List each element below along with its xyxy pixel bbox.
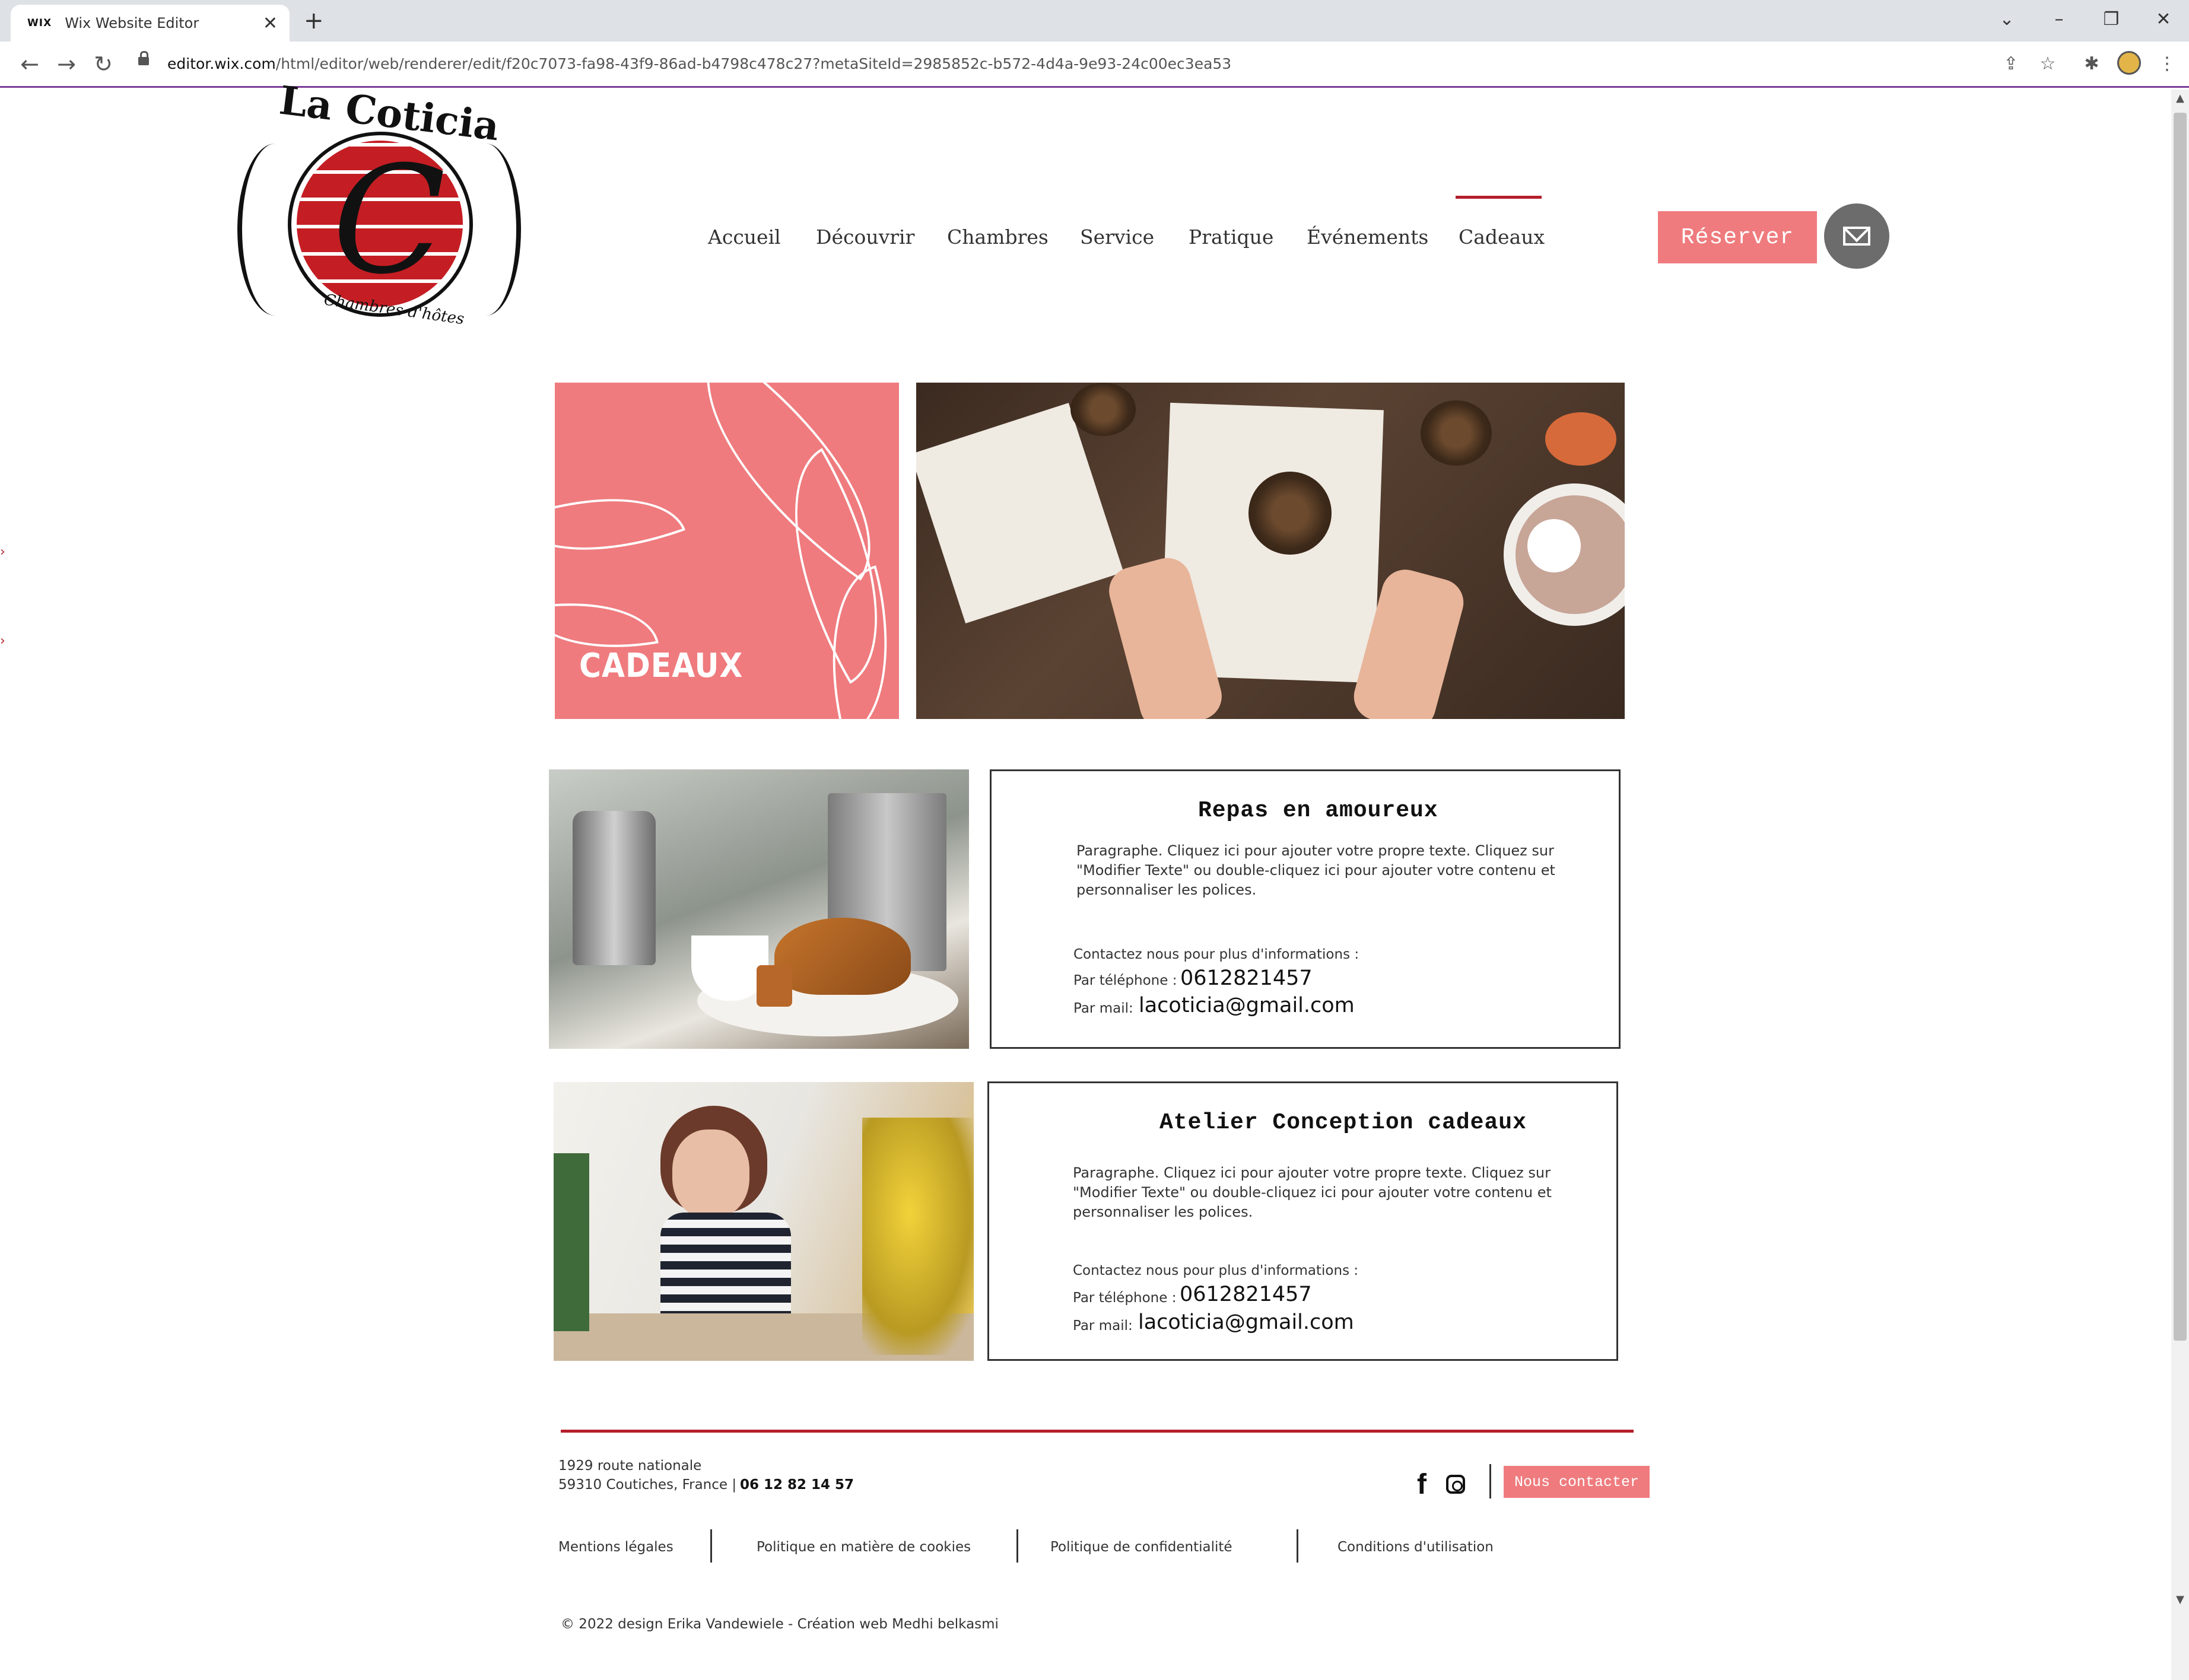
instagram-icon[interactable] [1446,1475,1465,1494]
pinecone-image [1248,472,1332,555]
card-phone-label: Par téléphone : [1073,973,1177,988]
nav-item-accueil[interactable]: Accueil [708,219,781,255]
editor-gutter-marker: › [0,634,5,648]
share-icon[interactable]: ⇪ [1998,51,2024,77]
editor-gutter-marker: › [0,545,5,559]
card-paragraph: Paragraphe. Cliquez ici pour ajouter vot… [1073,1164,1552,1220]
lock-icon[interactable] [138,51,149,65]
envelope-icon [1843,227,1870,246]
minimize-button[interactable]: – [2041,5,2077,34]
reserve-button[interactable]: Réserver [1658,211,1817,263]
offer-card-repas: Repas en amoureux Paragraphe. Cliquez ic… [990,769,1621,1049]
browser-tab-strip [0,0,2189,42]
snowman-marshmallow-image [1527,519,1581,572]
nav-item-service[interactable]: Service [1080,219,1154,255]
tab-close-icon[interactable]: ✕ [263,13,278,34]
browser-toolbar: ← → ↻ editor.wix.com/html/editor/web/ren… [0,42,2189,88]
scrollbar-thumb[interactable] [2174,113,2187,1341]
offer-card-atelier: Atelier Conception cadeaux Paragraphe. C… [987,1081,1618,1361]
wix-favicon-icon: WIX [27,17,52,29]
orange-slice-image [1545,412,1616,466]
legal-separator [1016,1529,1018,1563]
card-paragraph: Paragraphe. Cliquez ici pour ajouter vot… [1076,842,1555,898]
card-mail-label: Par mail: [1073,1318,1133,1334]
address-bar[interactable]: editor.wix.com/html/editor/web/renderer/… [167,52,1231,76]
scroll-down-arrow-icon[interactable]: ▼ [2171,1593,2189,1606]
footer-address-line1: 1929 route nationale [558,1458,702,1474]
card-phone[interactable]: 0612821457 [1180,1283,1312,1306]
bookmark-star-icon[interactable]: ☆ [2035,51,2061,77]
moka-pot-image [573,811,656,965]
pinecone-image [1070,383,1136,436]
croissant-image [774,918,911,995]
woman-face-image [672,1129,749,1218]
card-title: Repas en amoureux [1198,798,1438,823]
footer-copyright: © 2022 design Erika Vandewiele - Créatio… [561,1617,999,1632]
card-title: Atelier Conception cadeaux [1159,1110,1527,1135]
card-phone-label: Par téléphone : [1073,1290,1177,1306]
plant-image [554,1153,589,1331]
facebook-icon[interactable]: f [1417,1470,1426,1500]
url-path: /html/editor/web/renderer/edit/f20c7073-… [275,55,1232,72]
legal-separator [710,1529,712,1563]
profile-avatar[interactable] [2117,51,2141,75]
card-mail[interactable]: lacoticia@gmail.com [1138,1310,1354,1334]
logo-letter: C [332,134,446,307]
breakfast-photo [549,769,969,1049]
card-phone[interactable]: 0612821457 [1180,966,1313,990]
footer-separator [1489,1464,1491,1498]
close-window-button[interactable]: ✕ [2146,5,2181,34]
legal-link-mentions[interactable]: Mentions légales [558,1539,673,1555]
footer-address-line2: 59310 Coutiches, France | [558,1477,737,1493]
new-tab-button[interactable]: + [304,6,324,36]
browser-tab[interactable]: WIX Wix Website Editor ✕ [11,5,290,42]
card-mail-label: Par mail: [1073,1001,1133,1016]
card-contact-intro: Contactez nous pour plus d'informations … [1073,947,1359,962]
tab-search-icon[interactable]: ⌄ [1989,5,2025,34]
nav-item-pratique[interactable]: Pratique [1189,219,1273,255]
nav-item-chambres[interactable]: Chambres [947,219,1049,255]
legal-link-cookies[interactable]: Politique en matière de cookies [757,1539,971,1555]
legal-separator [1297,1529,1298,1563]
jam-jar-image [757,965,792,1007]
card-contact-intro: Contactez nous pour plus d'informations … [1073,1263,1359,1278]
hero-title: CADEAUX [579,647,744,685]
restore-button[interactable]: ❐ [2093,5,2129,34]
nav-item-cadeaux[interactable]: Cadeaux [1459,219,1545,255]
gift-box-image [916,403,1124,623]
browser-menu-icon[interactable]: ⋮ [2154,51,2180,77]
card-mail[interactable]: lacoticia@gmail.com [1139,994,1355,1017]
nav-item-decouvrir[interactable]: Découvrir [816,219,914,255]
url-domain: editor.wix.com [167,55,276,72]
nav-item-evenements[interactable]: Événements [1307,219,1428,255]
extensions-puzzle-icon[interactable]: ✱ [2079,51,2105,77]
workshop-photo [554,1082,974,1361]
yellow-flowers-image [862,1118,974,1355]
tab-title: Wix Website Editor [65,15,199,31]
back-button[interactable]: ← [15,47,45,81]
forward-button[interactable]: → [52,47,81,81]
scroll-up-arrow-icon[interactable]: ▲ [2171,92,2189,104]
pinecone-image [1421,400,1492,466]
legal-link-confidentialite[interactable]: Politique de confidentialité [1050,1539,1232,1555]
footer-phone[interactable]: 06 12 82 14 57 [740,1477,854,1493]
hero-gift-photo [916,383,1625,719]
footer-divider [561,1430,1634,1433]
nav-active-indicator [1456,196,1542,199]
striped-shirt-image [660,1213,791,1319]
legal-link-conditions[interactable]: Conditions d'utilisation [1337,1539,1494,1555]
mail-button[interactable] [1824,203,1889,269]
site-logo[interactable]: C La Coticia Chambres d'hôtes [231,77,522,339]
reload-button[interactable]: ↻ [88,47,118,81]
contact-button[interactable]: Nous contacter [1504,1466,1650,1498]
leaf-outline-icon [555,464,686,585]
